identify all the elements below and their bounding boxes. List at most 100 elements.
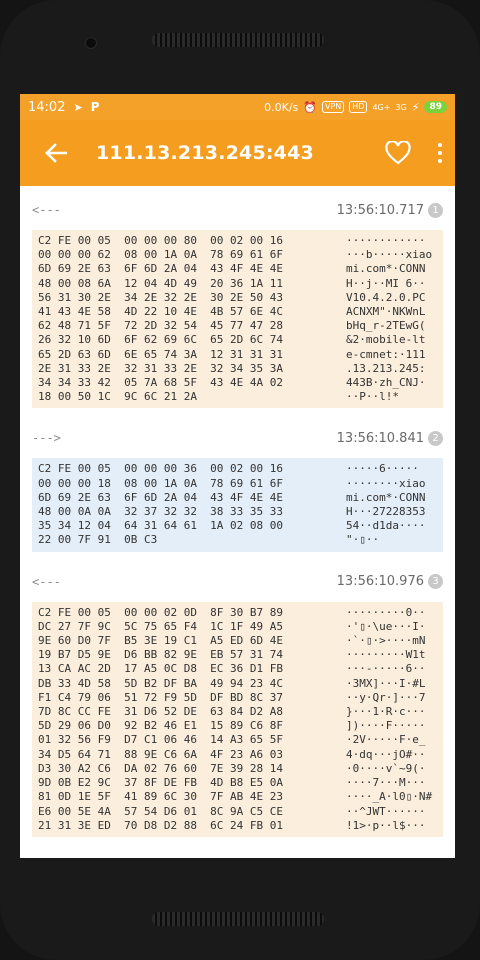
hex-line: 22 00 7F 91 0B C3 [38,533,158,547]
ascii-line: ····_A·l0▯·N# [346,790,433,804]
favorite-heart-icon[interactable] [385,141,411,165]
packet-direction: <--- [32,574,61,589]
ascii-line: 54··d1da···· [346,519,426,533]
ascii-line: }···1·R·c··· [346,705,426,719]
earpiece-speaker [152,33,324,47]
hex-line: 81 0D 1E 5F 41 89 6C 30 7F AB 4E 23 [38,790,284,804]
ascii-line: ·`·▯·>····mN [346,634,426,648]
ascii-line: ···b·····xiao [346,248,433,262]
hex-line: 21 31 3E ED 70 D8 D2 88 6C 24 FB 01 [38,818,284,832]
ascii-line: 4·dq···jO#·· [346,747,426,761]
hex-line: 13 CA AC 2D 17 A5 0C D8 EC 36 D1 FB [38,662,284,676]
hex-line: 62 48 71 5F 72 2D 32 54 45 77 47 28 [38,319,284,333]
ascii-line: ········xiao [346,476,426,490]
hex-line: E6 00 5E 4A 57 54 D6 01 8C 9A C5 CE [38,804,284,818]
packet-data-block: C2 FE 00 05 00 00 02 0D 8F 30 B7 89 DC 27… [32,601,443,837]
vpn-badge: VPN [321,101,345,113]
ascii-line: &2·mobile-lt [346,333,426,347]
ascii-line: "·▯·· [346,533,380,547]
ascii-dump: ·····6····· ········xiao mi.com*·CONN H···2… [342,462,425,547]
status-time: 14:02 [28,99,66,115]
hex-line: 00 00 00 62 08 00 1A 0A 78 69 61 6F [38,248,284,262]
hex-line: DC 27 7F 9C 5C 75 65 F4 1C 1F 49 A5 [38,619,284,633]
signal-3g-icon: 3G [395,102,407,112]
hex-line: 65 2D 63 6D 6E 65 74 3A 12 31 31 31 [38,347,284,361]
ascii-line: mi.com*·CONN [346,490,426,504]
charging-icon: ⚡ [411,100,420,114]
hex-line: 34 34 33 42 05 7A 68 5F 43 4E 4A 02 [38,376,284,390]
packet-item[interactable]: <--- 13:56:10.717 1 C2 FE 00 05 00 00 00… [32,190,443,409]
signal-4g-icon: 4G+ [372,102,391,112]
ascii-line: ])····F····· [346,719,426,733]
hex-line: 01 32 56 F9 D7 C1 06 46 14 A3 65 5F [38,733,284,747]
hex-line: 7D 8C CC FE 31 D6 52 DE 63 84 D2 A8 [38,705,284,719]
phone-frame: 14:02 ➤ P 0.0K/s ⏰ VPN HD 4G+ 3G ⚡ 89 11… [0,0,480,960]
ascii-line: ·'▯·\ue···I· [346,619,426,633]
hex-dump: C2 FE 00 05 00 00 00 36 00 02 00 16 00 00… [38,462,342,547]
ascii-line: V10.4.2.0.PC [346,290,426,304]
ascii-line: ··P··l!* [346,390,399,404]
status-bar: 14:02 ➤ P 0.0K/s ⏰ VPN HD 4G+ 3G ⚡ 89 [20,94,455,120]
ascii-line: ·3MX]···I·#L [346,676,426,690]
packet-time: 13:56:10.976 [336,574,424,590]
hex-line: 35 34 12 04 64 31 64 61 1A 02 08 00 [38,519,284,533]
hex-line: 00 00 00 18 08 00 1A 0A 78 69 61 6F [38,476,284,490]
hex-line: 6D 69 2E 63 6F 6D 2A 04 43 4F 4E 4E [38,262,284,276]
hex-line: 48 00 0A 0A 32 37 32 32 38 33 35 33 [38,505,284,519]
hex-line: 48 00 08 6A 12 04 4D 49 20 36 1A 11 [38,276,284,290]
network-speed: 0.0K/s [264,100,299,114]
ascii-line: H···27228353 [346,505,426,519]
ascii-line: e-cmnet:·111 [346,347,426,361]
battery-level: 89 [424,101,447,113]
bottom-speaker [152,912,324,926]
hex-line: 5D 29 06 D0 92 B2 46 E1 15 89 C6 8F [38,719,284,733]
ascii-dump: ············ ···b·····xiao mi.com*·CONN H··… [342,234,432,404]
ascii-line: ····7···M··· [346,776,426,790]
hex-line: C2 FE 00 05 00 00 02 0D 8F 30 B7 89 [38,605,284,619]
packet-item[interactable]: ---> 13:56:10.841 2 C2 FE 00 05 00 00 00… [32,418,443,552]
ascii-line: ·····6····· [346,462,419,476]
ascii-line: ············ [346,234,426,247]
alarm-icon: ⏰ [303,100,317,114]
location-arrow-icon: ➤ [73,100,83,114]
hex-line: 41 43 4E 58 4D 22 10 4E 4B 57 6E 4C [38,305,284,319]
ascii-line: H··j··MI 6·· [346,276,426,290]
hex-line: C2 FE 00 05 00 00 00 36 00 02 00 16 [38,462,284,476]
hex-line: C2 FE 00 05 00 00 00 80 00 02 00 16 [38,234,284,247]
screen: 14:02 ➤ P 0.0K/s ⏰ VPN HD 4G+ 3G ⚡ 89 11… [20,94,455,858]
back-arrow-icon[interactable] [42,143,70,163]
ascii-line: 443B·zh_CNJ· [346,376,426,390]
packet-time: 13:56:10.717 [336,202,424,218]
ascii-line: ···-·····6·· [346,662,426,676]
ascii-line: ··y·Qr·]···7 [346,690,426,704]
ascii-line: ··^JWT······ [346,804,426,818]
page-title: 111.13.213.245:443 [96,142,314,164]
ascii-line: bHq_r-2TEwG( [346,319,426,333]
packet-index-badge: 3 [428,574,443,590]
packet-data-block: C2 FE 00 05 00 00 00 80 00 02 00 16 00 00… [32,230,443,409]
hex-line: D3 30 A2 C6 DA 02 76 60 7E 39 28 14 [38,761,284,775]
hex-line: 26 32 10 6D 6F 62 69 6C 65 2D 6C 74 [38,333,284,347]
hex-line: 9E 60 D0 7F B5 3E 19 C1 A5 ED 6D 4E [38,634,284,648]
packet-list: <--- 13:56:10.717 1 C2 FE 00 05 00 00 00… [20,190,455,837]
ascii-dump: ·········0·· ·'▯·\ue···I· ·`·▯·>····mN ····… [342,606,432,833]
ascii-line: ACNXM"·NKWnL [346,305,426,319]
packet-index-badge: 1 [428,202,443,218]
packet-index-badge: 2 [428,430,443,446]
ascii-line: ·········0·· [346,605,426,619]
hd-badge: HD [349,101,368,113]
hex-line: 18 00 50 1C 9C 6C 21 2A [38,390,197,404]
hex-line: 2E 31 33 2E 32 31 33 2E 32 34 35 3A [38,361,284,375]
hex-line: DB 33 4D 58 5D B2 DF BA 49 94 23 4C [38,676,284,690]
ascii-line: !1>·p··l$··· [346,818,426,832]
ascii-line: mi.com*·CONN [346,262,426,276]
app-bar: 111.13.213.245:443 [20,120,455,186]
packet-item[interactable]: <--- 13:56:10.976 3 C2 FE 00 05 00 00 02… [32,562,443,837]
ascii-line: ·0····v`~9(· [346,761,426,775]
more-options-icon[interactable] [437,143,443,163]
ascii-line: ·2V·····F·e_ [346,733,426,747]
packet-direction: ---> [32,431,61,446]
hex-line: F1 C4 79 06 51 72 F9 5D DF BD 8C 37 [38,690,284,704]
app-p-icon: P [90,100,100,114]
ascii-line: .13.213.245: [346,361,426,375]
